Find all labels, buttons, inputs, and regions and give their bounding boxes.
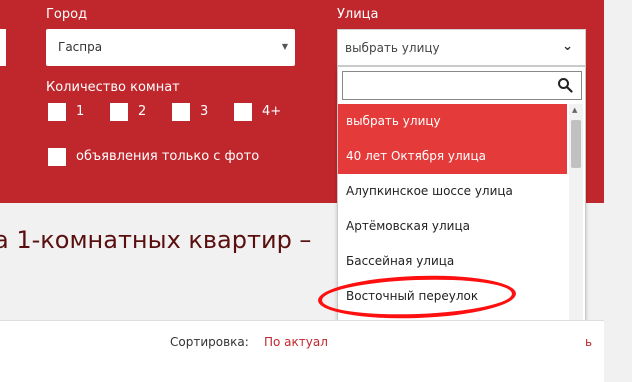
photo-only-checkbox[interactable] <box>48 148 66 166</box>
chevron-down-icon: ⌄ <box>562 39 573 54</box>
street-label: Улица <box>337 7 379 22</box>
room-checkbox-2[interactable] <box>110 103 128 121</box>
sort-value-link-tail[interactable]: ь <box>585 335 592 349</box>
chevron-down-icon: ▼ <box>281 42 288 51</box>
room-checkbox-4plus[interactable] <box>234 103 252 121</box>
street-option[interactable]: выбрать улицу <box>338 104 567 139</box>
street-search-input[interactable] <box>343 72 553 99</box>
street-option[interactable]: Бассейная улица <box>338 244 567 279</box>
street-option[interactable]: Артёмовская улица <box>338 209 567 244</box>
room-checkbox-3[interactable] <box>172 103 190 121</box>
search-icon <box>558 78 573 93</box>
sort-value-link[interactable]: По актуал <box>264 335 328 349</box>
sort-bar: Сортировка: По актуал ь <box>0 320 604 382</box>
street-options-list: выбрать улицу 40 лет Октября улица Алупк… <box>338 104 567 343</box>
room-label-3: 3 <box>200 104 209 119</box>
room-label-2: 2 <box>138 104 147 119</box>
street-select-value: выбрать улицу <box>345 41 440 55</box>
sort-label: Сортировка: <box>170 335 249 349</box>
street-search[interactable] <box>342 71 582 100</box>
photo-only-label: объявления только с фото <box>76 149 260 164</box>
room-label-1: 1 <box>76 104 85 119</box>
dropdown-scrollbar[interactable]: ▲ ▼ <box>569 104 583 342</box>
city-select-value: Гаспра <box>58 40 103 54</box>
previous-field-edge[interactable] <box>0 29 6 66</box>
room-label-4plus: 4+ <box>262 104 282 119</box>
city-label: Город <box>46 7 88 22</box>
street-dropdown: выбрать улицу 40 лет Октября улица Алупк… <box>337 66 586 344</box>
street-select[interactable]: выбрать улицу ⌄ <box>337 29 586 66</box>
city-select[interactable]: Гаспра ▼ <box>46 29 295 66</box>
rooms-label: Количество комнат <box>46 80 180 95</box>
street-option[interactable]: Алупкинское шоссе улица <box>338 174 567 209</box>
street-option[interactable]: Восточный переулок <box>338 279 567 314</box>
room-checkbox-1[interactable] <box>48 103 66 121</box>
page-heading: а 1-комнатных квартир – <box>0 226 312 254</box>
scrollbar-thumb[interactable] <box>571 120 581 168</box>
scroll-up-icon[interactable]: ▲ <box>572 106 577 114</box>
street-option[interactable]: 40 лет Октября улица <box>338 139 567 174</box>
